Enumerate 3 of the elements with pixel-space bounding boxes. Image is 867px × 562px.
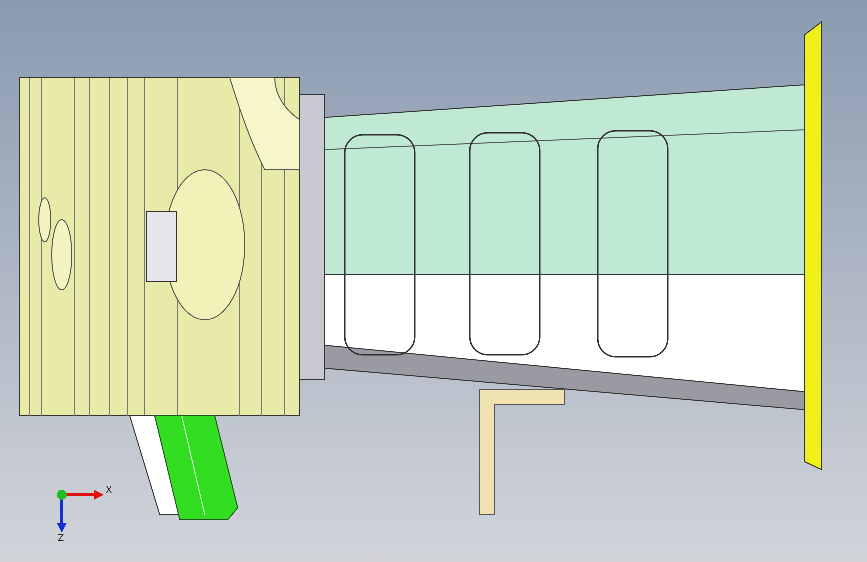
axis-label: X — [106, 486, 112, 496]
axis-triad-icon — [57, 490, 104, 533]
axis-label: Z — [58, 534, 64, 544]
